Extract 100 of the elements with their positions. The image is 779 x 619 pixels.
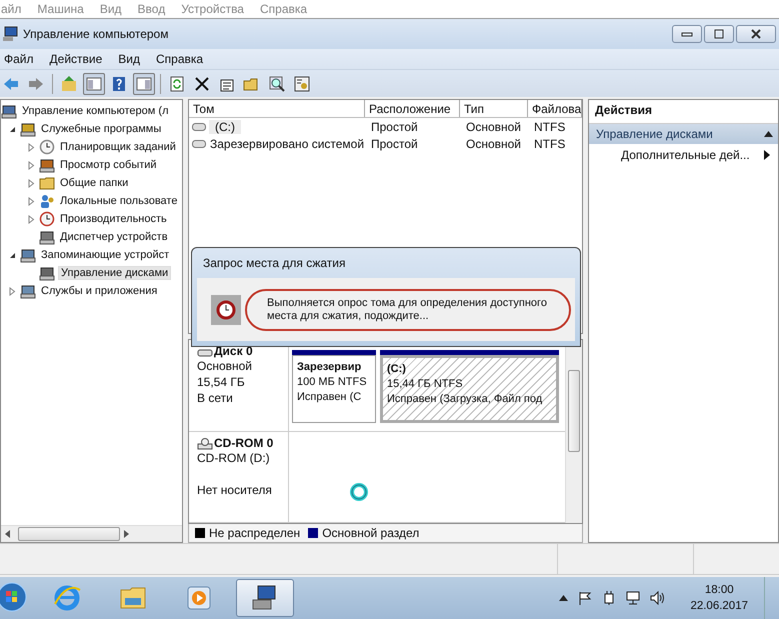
partition-size: 100 МБ NTFS [297, 375, 368, 390]
table-cell: Простой [370, 120, 419, 134]
actions-section[interactable]: Управление дисками [589, 124, 778, 144]
taskbar-app[interactable] [236, 579, 294, 618]
table-cell: NTFS [533, 120, 566, 134]
legend-label: Основной раздел [322, 526, 420, 540]
collapsed-arrow-icon[interactable] [28, 142, 34, 152]
dialog-message: Выполняется опрос тома для определения доступного места для сжатия, подождите... [267, 296, 547, 322]
submenu-arrow-icon [764, 150, 770, 160]
menu-item[interactable]: Вид [118, 52, 140, 66]
menu-item[interactable]: Действие [50, 52, 102, 66]
maximize-icon [713, 28, 725, 39]
table-cell: Основной [465, 120, 522, 134]
collapsed-arrow-icon[interactable] [28, 196, 34, 206]
minimize-icon [681, 30, 693, 38]
show-hidden-icons-icon[interactable] [559, 595, 568, 602]
browser-icon [52, 584, 82, 612]
folder-icon [39, 175, 55, 192]
users-icon [39, 193, 55, 210]
table-cell[interactable]: (C:) [209, 120, 241, 134]
search-icon [268, 74, 286, 93]
minimize-button[interactable] [672, 24, 702, 43]
tree-item[interactable]: Службы и приложения [39, 285, 160, 298]
close-icon [750, 28, 762, 39]
partition-name: Зарезервир [297, 360, 362, 376]
maximize-button[interactable] [704, 24, 734, 43]
speaker-icon[interactable] [650, 591, 666, 606]
partition-block[interactable]: (C:) 15,44 ГБ NTFS Исправен (Загрузка, Файл под [380, 355, 559, 423]
clock-icon [211, 294, 241, 325]
cd-drive-icon [197, 438, 213, 450]
table-cell[interactable]: Зарезервировано системой [209, 136, 366, 151]
disk-name: CD-ROM 0 [214, 436, 274, 450]
vm-menu-item[interactable]: Ввод [138, 2, 166, 16]
flag-icon[interactable] [578, 591, 592, 606]
tree-item[interactable]: Просмотр событий [58, 159, 159, 172]
menu-item[interactable]: Файл [4, 52, 34, 66]
tree-item[interactable]: Производительность [58, 213, 169, 226]
window-title: Управление компьютером [23, 26, 168, 41]
disk-type: Основной [197, 358, 254, 374]
collapse-arrow-icon[interactable] [764, 131, 773, 138]
column-header[interactable]: Файлова [528, 100, 582, 118]
vm-menu-item[interactable]: Устройства [181, 2, 244, 16]
collapsed-arrow-icon[interactable] [8, 286, 16, 296]
disk-type: CD-ROM (D:) [197, 450, 271, 466]
computer-icon [1, 103, 17, 120]
tree-item[interactable]: Локальные пользовате [58, 195, 180, 208]
partition-status: Исправен (Загрузка, Файл под [387, 392, 544, 408]
legend-label: Не распределен [209, 526, 300, 540]
collapsed-arrow-icon[interactable] [28, 214, 34, 224]
tree-item[interactable]: Управление дисками [58, 266, 172, 280]
toolbar-button[interactable] [133, 72, 155, 95]
folder-up-icon [60, 74, 78, 93]
vm-menu-item[interactable]: айл [1, 2, 22, 16]
dialog-title: Запрос места для сжатия [202, 255, 346, 272]
tree-item[interactable]: Служебные программы [39, 123, 164, 136]
collapsed-arrow-icon[interactable] [28, 178, 34, 188]
help-icon [110, 74, 128, 93]
table-cell: NTFS [533, 136, 566, 151]
clock-icon [39, 139, 55, 156]
expanded-arrow-icon[interactable] [8, 126, 16, 133]
close-button[interactable] [736, 24, 776, 43]
network-icon[interactable] [626, 591, 640, 606]
horizontal-scrollbar[interactable] [1, 525, 182, 542]
table-cell: Простой [370, 136, 419, 151]
partition-block[interactable]: Зарезервир 100 МБ NTFS Исправен (С [292, 355, 376, 423]
collapsed-arrow-icon[interactable] [28, 160, 34, 170]
toolbar-button[interactable] [83, 72, 105, 95]
column-header[interactable]: Тип [460, 100, 528, 118]
disk-status: В сети [197, 390, 234, 406]
pane-icon [135, 74, 153, 93]
pane-icon [85, 74, 103, 93]
disk-status: Нет носителя [197, 482, 273, 498]
tree-item[interactable]: Диспетчер устройств [58, 231, 170, 244]
settings-icon [293, 74, 311, 93]
tree-item[interactable]: Планировщик заданий [58, 141, 178, 154]
scroll-right-icon[interactable] [124, 530, 129, 538]
column-header[interactable]: Том [189, 100, 365, 118]
clock[interactable]: 18:00 22.06.2017 [690, 582, 748, 614]
vm-menu-item[interactable]: Машина [37, 2, 84, 16]
tree-item[interactable]: Управление компьютером (л [20, 105, 170, 118]
partition-name: (C:) [387, 362, 407, 378]
computer-icon [2, 26, 18, 42]
menu-item[interactable]: Справка [156, 52, 204, 66]
refresh-icon [168, 74, 186, 93]
tree-item[interactable]: Запоминающие устройст [39, 249, 172, 262]
disk-name: Диск 0 [214, 344, 253, 358]
action-item[interactable]: Дополнительные дей... [589, 144, 778, 166]
vertical-scrollbar[interactable] [565, 340, 582, 524]
scroll-left-icon[interactable] [5, 530, 10, 538]
table-cell: Основной [465, 136, 522, 151]
expanded-arrow-icon[interactable] [8, 252, 16, 259]
partition-status: Исправен (С [297, 390, 362, 406]
disk-size: 15,54 ГБ [197, 374, 246, 390]
plug-icon[interactable] [602, 591, 616, 606]
cross-icon [193, 74, 211, 93]
tree-item[interactable]: Общие папки [58, 177, 130, 190]
vm-menu-item[interactable]: Справка [260, 2, 308, 16]
partition-size: 15,44 ГБ NTFS [387, 377, 464, 392]
vm-menu-item[interactable]: Вид [100, 2, 122, 16]
column-header[interactable]: Расположение [365, 100, 460, 118]
